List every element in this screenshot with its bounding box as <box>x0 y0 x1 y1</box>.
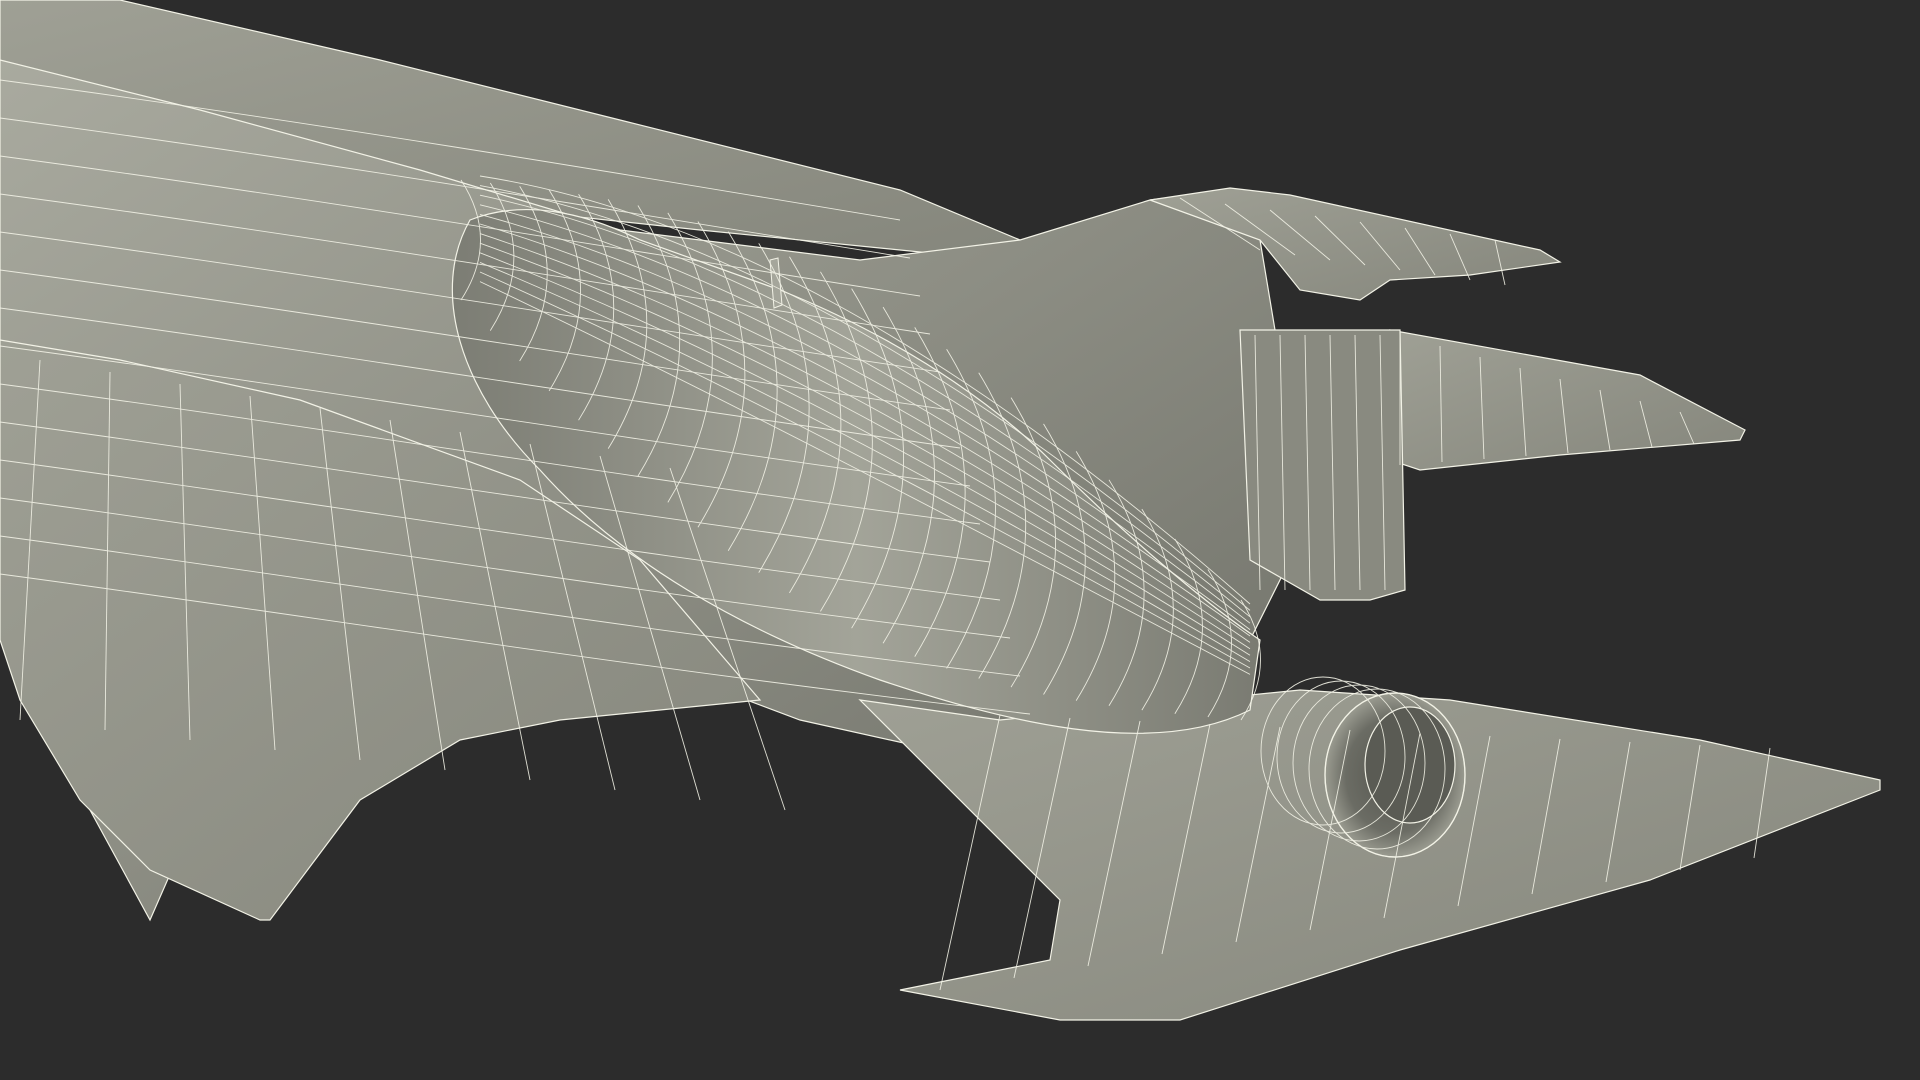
aircraft-wireframe-render <box>0 0 1881 1021</box>
render-viewport <box>0 0 1920 1080</box>
exhaust-nozzle-inner <box>1364 706 1456 824</box>
